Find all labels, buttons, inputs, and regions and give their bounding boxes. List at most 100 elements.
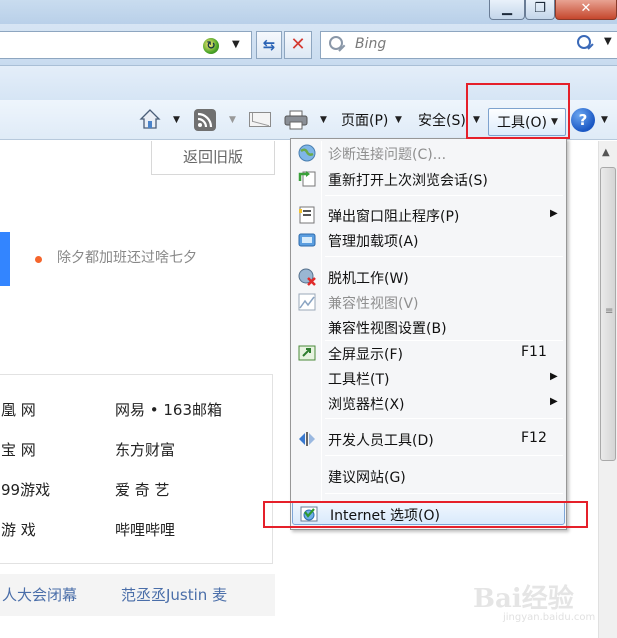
stop-button[interactable]: ✕ bbox=[284, 31, 312, 59]
menu-item-toolbars[interactable]: 工具栏(T) ▶ bbox=[291, 366, 566, 390]
home-dropdown-icon[interactable]: ▼ bbox=[173, 115, 180, 125]
menu-item-popup-blocker[interactable]: 弹出窗口阻止程序(P) ▶ bbox=[291, 203, 566, 227]
menu-item-label: 管理加载项(A) bbox=[328, 234, 419, 250]
search-icon[interactable] bbox=[577, 35, 591, 49]
address-dropdown-icon[interactable]: ▼ bbox=[232, 39, 240, 50]
refresh-icon: ⇆ bbox=[262, 36, 276, 54]
menu-separator bbox=[325, 195, 563, 196]
tools-dropdown-menu: 诊断连接问题(C)... 重新打开上次浏览会话(S) 弹出窗口阻止程序(P) ▶… bbox=[290, 138, 567, 530]
globe-icon bbox=[298, 144, 316, 162]
page-dropdown-icon[interactable]: ▼ bbox=[395, 115, 402, 125]
menu-item-label: 兼容性视图设置(B) bbox=[328, 321, 447, 337]
site-link[interactable]: 99游戏 bbox=[1, 479, 50, 500]
fullscreen-icon bbox=[298, 345, 316, 361]
menu-item-compat-settings[interactable]: 兼容性视图设置(B) bbox=[291, 315, 566, 339]
maximize-icon: ❐ bbox=[534, 1, 546, 16]
menu-item-developer-tools[interactable]: 开发人员工具(D) F12 bbox=[291, 427, 566, 451]
help-dropdown-icon[interactable]: ▼ bbox=[601, 115, 608, 125]
menu-item-diagnose[interactable]: 诊断连接问题(C)... bbox=[291, 141, 566, 165]
site-link[interactable]: 游 戏 bbox=[1, 519, 36, 540]
annotation-box-tools bbox=[466, 83, 570, 139]
vertical-scrollbar[interactable]: ▲ ≡ bbox=[598, 141, 617, 638]
menu-item-label: 重新打开上次浏览会话(S) bbox=[328, 173, 488, 189]
menu-item-label: 工具栏(T) bbox=[328, 372, 390, 388]
scroll-up-icon[interactable]: ▲ bbox=[602, 147, 610, 158]
site-link[interactable]: 凰 网 bbox=[1, 399, 36, 420]
developer-tools-icon bbox=[299, 432, 315, 446]
print-icon[interactable] bbox=[284, 110, 308, 130]
help-icon[interactable]: ? bbox=[571, 108, 595, 132]
menu-item-label: 开发人员工具(D) bbox=[328, 433, 434, 449]
hot-topic-link[interactable]: 范丞丞Justin 麦 bbox=[121, 584, 227, 605]
menu-item-reopen-session[interactable]: 重新打开上次浏览会话(S) bbox=[291, 167, 566, 191]
mail-icon[interactable] bbox=[249, 112, 271, 127]
minimize-icon: ▁ bbox=[502, 1, 512, 16]
feed-icon[interactable] bbox=[194, 109, 216, 131]
submenu-arrow-icon: ▶ bbox=[550, 396, 558, 407]
search-provider-icon bbox=[329, 36, 343, 50]
site-link[interactable]: 哔哩哔哩 bbox=[115, 519, 175, 540]
menu-item-label: 兼容性视图(V) bbox=[328, 296, 419, 312]
back-old-version-button[interactable]: 返回旧版 bbox=[151, 141, 275, 175]
menu-item-shortcut: F11 bbox=[521, 344, 547, 360]
reopen-session-icon bbox=[298, 171, 316, 187]
menu-item-label: 弹出窗口阻止程序(P) bbox=[328, 209, 460, 225]
address-row: ↻ ▼ ⇆ ✕ Bing ▼ bbox=[0, 24, 617, 66]
site-link[interactable]: 爱 奇 艺 bbox=[115, 479, 170, 500]
site-link[interactable]: 东方财富 bbox=[115, 439, 175, 460]
maximize-button[interactable]: ❐ bbox=[525, 0, 555, 20]
hot-topics-strip: 人大会闭幕 范丞丞Justin 麦 bbox=[0, 574, 275, 616]
menu-item-compat-view[interactable]: 兼容性视图(V) bbox=[291, 290, 566, 314]
site-link[interactable]: 网易 • 163邮箱 bbox=[115, 399, 222, 420]
menu-item-manage-addons[interactable]: 管理加载项(A) bbox=[291, 228, 566, 252]
search-placeholder: Bing bbox=[355, 36, 387, 52]
menu-item-suggested-sites[interactable]: 建议网站(G) bbox=[291, 464, 566, 488]
watermark-logo: Bai经验 bbox=[473, 584, 574, 614]
menu-separator bbox=[325, 418, 563, 419]
menu-separator bbox=[325, 455, 563, 456]
menu-item-label: 诊断连接问题(C)... bbox=[328, 147, 447, 163]
compatibility-icon[interactable]: ↻ bbox=[203, 38, 219, 54]
grip-icon: ≡ bbox=[605, 306, 614, 317]
search-button-edge[interactable] bbox=[0, 232, 10, 286]
browser-window: ▁ ❐ ✕ ↻ ▼ ⇆ ✕ Bing ▼ ▼ ▼ ▼ 页面(P) ▼ 安全(S)… bbox=[0, 0, 617, 638]
menu-separator bbox=[325, 493, 563, 494]
scroll-thumb[interactable]: ≡ bbox=[600, 167, 616, 461]
site-link[interactable]: 宝 网 bbox=[1, 439, 36, 460]
watermark: Bai经验 jingyan.baidu.com bbox=[473, 576, 613, 626]
refresh-button[interactable]: ⇆ bbox=[256, 31, 282, 59]
submenu-arrow-icon: ▶ bbox=[550, 208, 558, 219]
menu-item-label: 浏览器栏(X) bbox=[328, 397, 405, 413]
offline-icon bbox=[298, 268, 316, 286]
menu-item-explorer-bars[interactable]: 浏览器栏(X) ▶ bbox=[291, 391, 566, 415]
menu-item-fullscreen[interactable]: 全屏显示(F) F11 bbox=[291, 341, 566, 365]
watermark-url: jingyan.baidu.com bbox=[503, 612, 596, 623]
menu-item-label: 全屏显示(F) bbox=[328, 347, 403, 363]
home-icon[interactable] bbox=[139, 108, 161, 130]
title-bar: ▁ ❐ ✕ bbox=[0, 0, 617, 24]
stop-icon: ✕ bbox=[290, 34, 306, 55]
print-dropdown-icon[interactable]: ▼ bbox=[320, 115, 327, 125]
hot-topic-link[interactable]: 人大会闭幕 bbox=[2, 584, 77, 605]
submenu-arrow-icon: ▶ bbox=[550, 371, 558, 382]
popup-blocker-icon bbox=[299, 206, 315, 224]
search-input[interactable]: Bing ▼ bbox=[320, 31, 617, 59]
search-dropdown-icon[interactable]: ▼ bbox=[604, 36, 612, 47]
page-menu-button[interactable]: 页面(P) bbox=[341, 110, 388, 130]
menu-item-label: 脱机工作(W) bbox=[328, 271, 409, 287]
feed-dropdown-icon[interactable]: ▼ bbox=[229, 115, 236, 125]
addons-icon bbox=[298, 233, 316, 247]
minimize-button[interactable]: ▁ bbox=[489, 0, 525, 20]
menu-item-work-offline[interactable]: 脱机工作(W) bbox=[291, 265, 566, 289]
site-links-panel: 凰 网 网易 • 163邮箱 宝 网 东方财富 99游戏 爱 奇 艺 游 戏 哔… bbox=[0, 374, 273, 564]
annotation-box-internet-options bbox=[263, 501, 588, 528]
menu-separator bbox=[325, 256, 563, 257]
compat-view-icon bbox=[298, 293, 316, 311]
close-icon: ✕ bbox=[580, 1, 592, 16]
news-bullet bbox=[35, 256, 42, 263]
news-link[interactable]: 除夕都加班还过啥七夕 bbox=[57, 247, 197, 267]
close-button[interactable]: ✕ bbox=[555, 0, 617, 20]
address-bar[interactable]: ↻ ▼ bbox=[0, 31, 252, 59]
menu-item-shortcut: F12 bbox=[521, 430, 547, 446]
safety-menu-button[interactable]: 安全(S) bbox=[418, 110, 466, 130]
